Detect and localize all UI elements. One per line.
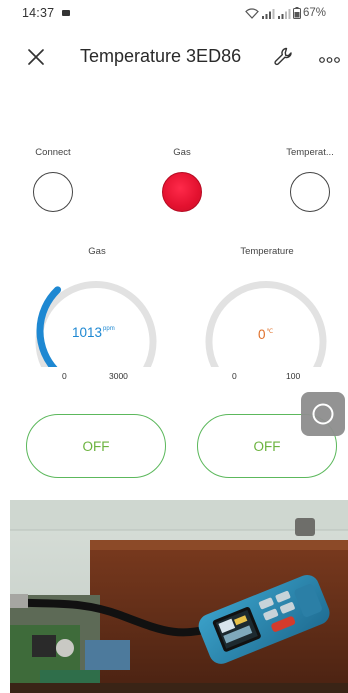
gas-gauge-max: 3000	[109, 371, 128, 381]
gas-switch-button[interactable]: OFF	[26, 414, 166, 478]
gas-gauge-value: 1013ppm	[72, 325, 115, 340]
close-icon	[28, 49, 44, 65]
indicator-label-temperature: Temperat...	[286, 147, 334, 158]
indicator-temperature[interactable]	[290, 172, 330, 212]
status-bar: 14:37 67%	[0, 0, 348, 26]
device-panel: Connect Gas Temperat... Gas 1013ppm 0 30…	[10, 92, 348, 502]
indicator-label-gas: Gas	[173, 147, 191, 158]
temperature-value-unit: ℃	[266, 329, 274, 335]
gauge-label-temperature: Temperature	[240, 246, 294, 257]
temperature-value-number: 0	[258, 327, 266, 342]
status-time: 14:37	[22, 6, 55, 20]
temperature-gauge-value: 0℃	[258, 327, 273, 342]
more-icon	[319, 57, 340, 63]
indicator-label-connect: Connect	[35, 147, 71, 158]
temperature-switch-label: OFF	[253, 438, 281, 454]
battery-percent: 67%	[302, 7, 326, 19]
status-icons: 67%	[245, 7, 326, 19]
settings-button[interactable]	[272, 45, 296, 69]
temperature-gauge-max: 100	[286, 371, 301, 381]
gas-gauge	[35, 281, 157, 367]
signal-icon-2	[277, 8, 291, 19]
indicator-gas[interactable]	[162, 172, 202, 212]
more-button[interactable]	[318, 52, 342, 63]
gas-switch-label: OFF	[82, 438, 110, 454]
camera-feed-image	[10, 500, 348, 693]
gauge-label-gas: Gas	[88, 246, 106, 257]
temperature-gauge-track	[205, 281, 327, 367]
assistive-touch-button[interactable]	[301, 392, 345, 436]
screen-record-icon	[62, 10, 71, 16]
battery-icon	[292, 7, 301, 19]
temperature-gauge	[205, 281, 327, 367]
indicator-connect[interactable]	[33, 172, 73, 212]
close-button[interactable]	[24, 45, 48, 69]
temperature-gauge-min: 0	[232, 371, 237, 381]
gas-value-unit: ppm	[103, 326, 115, 332]
app-header: Temperature 3ED86	[0, 34, 348, 80]
gas-value-number: 1013	[72, 325, 103, 340]
wifi-icon	[245, 7, 259, 19]
page-title: Temperature 3ED86	[80, 46, 242, 66]
signal-icon	[261, 8, 275, 19]
wrench-icon	[274, 47, 292, 66]
assistive-circle-icon	[312, 403, 334, 425]
gas-gauge-min: 0	[62, 371, 67, 381]
